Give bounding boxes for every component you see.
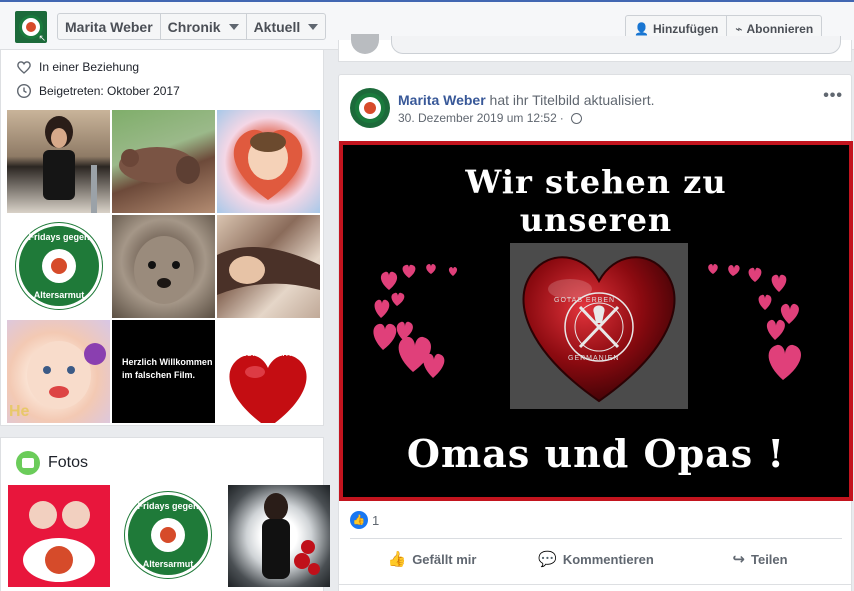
emblem-image: GOTAS ERBEN GERMANIEN xyxy=(510,243,688,409)
cover-image[interactable]: Wir stehen zu unseren GOTAS ERBEN GERMAN… xyxy=(339,141,853,501)
post-actions: 👍 Gefällt mir 💬 Kommentieren ↪ Teilen xyxy=(350,543,842,575)
post-header-text: Marita Weber hat ihr Titelbild aktualisi… xyxy=(398,92,655,108)
heart-frame xyxy=(233,129,303,200)
photo-heart-caption[interactable]: Alles was von Herzen kommt ⚑ xyxy=(217,320,320,423)
add-friend-label: Hinzufügen xyxy=(652,22,719,36)
featured-photos-grid: Fridays gegen Altersarmut He Herzlich Wi… xyxy=(7,110,320,423)
photo-animals[interactable] xyxy=(112,110,215,213)
joined-text: Beigetreten: Oktober 2017 xyxy=(39,84,180,98)
flag-icon[interactable]: ⚑ xyxy=(225,404,235,417)
dog-face xyxy=(134,236,194,304)
photo-fridays-gegen-altersarmut[interactable]: Fridays gegen Altersarmut xyxy=(7,215,110,318)
tab-chronik-label: Chronik xyxy=(167,18,221,35)
animal-shapes xyxy=(119,147,200,184)
tab-aktuell[interactable]: Aktuell xyxy=(247,14,326,39)
reaction-summary[interactable]: 👍 1 xyxy=(350,511,379,529)
foto-woman-roses[interactable] xyxy=(228,485,330,587)
emblem-heart-icon xyxy=(522,256,676,403)
rss-icon: ⌁ xyxy=(735,22,743,36)
profile-nav: Marita Weber Chronik Aktuell xyxy=(57,13,327,40)
baby-overlay-text: He xyxy=(9,403,30,420)
woman-lying-shape xyxy=(217,247,320,295)
subscribe-label: Abonnieren xyxy=(746,22,814,36)
photo-woman-lying[interactable] xyxy=(217,215,320,318)
willkommen-line1: Herzlich Willkommen xyxy=(122,357,213,367)
hearts-left-decoration xyxy=(373,264,458,378)
relationship-text: In einer Beziehung xyxy=(39,60,140,74)
thumbs-up-icon: 👍 xyxy=(387,551,407,568)
post-avatar[interactable] xyxy=(350,88,390,128)
next-post-stub xyxy=(338,584,852,591)
cover-line2: unseren xyxy=(519,201,673,239)
heart-caption-line1: Alles was von xyxy=(223,331,291,343)
heart-caption: Alles was von Herzen kommt xyxy=(223,329,295,361)
comment-button[interactable]: 💬 Kommentieren xyxy=(514,543,678,575)
willkommen-line2: im falschen Film. xyxy=(122,370,196,380)
reaction-count: 1 xyxy=(372,512,380,528)
tab-aktuell-label: Aktuell xyxy=(253,18,301,35)
woman-roses-shape xyxy=(262,493,320,579)
willkommen-text: Herzlich Willkommen im falschen Film. xyxy=(122,356,212,382)
woman-silhouette xyxy=(43,116,97,213)
foto-fridays-logo[interactable]: Fridays gegen Altersarmut xyxy=(118,485,220,587)
like-button[interactable]: 👍 Gefällt mir xyxy=(350,543,514,575)
fridays-small-top-text: Fridays gegen xyxy=(137,501,199,511)
relationship-row: In einer Beziehung xyxy=(16,58,139,76)
fridays-logo-small: Fridays gegen Altersarmut xyxy=(125,492,211,578)
photos-icon xyxy=(16,451,40,475)
tab-chronik[interactable]: Chronik xyxy=(161,14,247,39)
fridays-small-bottom-text: Altersarmut xyxy=(142,559,194,569)
like-label: Gefällt mir xyxy=(412,551,477,567)
foto-grandparents-cartoon[interactable] xyxy=(8,485,110,587)
cartoon-grandparents xyxy=(23,501,95,582)
photo-boy-heart[interactable] xyxy=(217,110,320,213)
cover-bottom-text: Omas und Opas ! xyxy=(406,431,786,476)
photo-woman-standing[interactable] xyxy=(7,110,110,213)
post-timestamp[interactable]: 30. Dezember 2019 um 12:52 xyxy=(398,111,557,125)
share-icon: ↪ xyxy=(732,551,745,568)
profile-name-button[interactable]: Marita Weber xyxy=(58,14,161,39)
fotos-row: Fridays gegen Altersarmut xyxy=(8,485,330,587)
post-meta: 30. Dezember 2019 um 12:52 · xyxy=(398,111,582,125)
share-button[interactable]: ↪ Teilen xyxy=(678,543,842,575)
chevron-down-icon xyxy=(308,23,319,30)
heart-caption-line2: Herzen kommt xyxy=(223,347,295,359)
cover-line1: Wir stehen zu xyxy=(465,163,727,201)
hearts-right-decoration xyxy=(708,264,802,380)
comment-icon: 💬 xyxy=(538,551,557,568)
globe-icon[interactable] xyxy=(570,112,582,124)
cursor-icon: ↖ xyxy=(38,33,46,43)
photo-baby[interactable]: He xyxy=(7,320,110,423)
photo-dog[interactable] xyxy=(112,215,215,318)
clock-icon xyxy=(16,83,32,99)
more-options-icon[interactable]: ••• xyxy=(823,87,843,105)
previous-post-stub xyxy=(338,34,852,62)
profile-thumbnail[interactable]: ↖ xyxy=(15,11,47,43)
comment-input[interactable] xyxy=(391,36,841,54)
meta-separator: · xyxy=(559,111,564,125)
post-action-text: hat ihr Titelbild aktualisiert. xyxy=(485,92,655,108)
like-reaction-icon: 👍 xyxy=(350,511,368,529)
cover-photo-post: Marita Weber hat ihr Titelbild aktualisi… xyxy=(338,74,853,591)
comment-label: Kommentieren xyxy=(562,551,654,567)
intro-card: In einer Beziehung Beigetreten: Oktober … xyxy=(0,50,324,426)
emblem-top-text: GOTAS ERBEN xyxy=(554,297,616,304)
share-label: Teilen xyxy=(750,551,788,567)
fotos-title: Fotos xyxy=(48,454,89,471)
fotos-header[interactable]: Fotos xyxy=(16,451,88,475)
add-person-icon: 👤 xyxy=(634,22,649,36)
post-author-link[interactable]: Marita Weber xyxy=(398,92,486,108)
joined-row: Beigetreten: Oktober 2017 xyxy=(16,82,180,100)
fridays-top-text: Fridays gegen xyxy=(28,232,90,242)
fridays-bottom-text: Altersarmut xyxy=(33,290,85,300)
divider xyxy=(350,538,842,539)
avatar xyxy=(351,34,379,54)
fotos-card: Fotos Fridays gegen Altersarmut xyxy=(0,437,330,591)
emblem-bottom-text: GERMANIEN xyxy=(568,355,620,362)
fridays-logo: Fridays gegen Altersarmut xyxy=(16,223,102,309)
chevron-down-icon xyxy=(228,23,239,30)
cover-headline: Wir stehen zu unseren xyxy=(343,163,849,239)
photo-willkommen[interactable]: Herzlich Willkommen im falschen Film. xyxy=(112,320,215,423)
heart-outline-icon xyxy=(17,61,31,74)
